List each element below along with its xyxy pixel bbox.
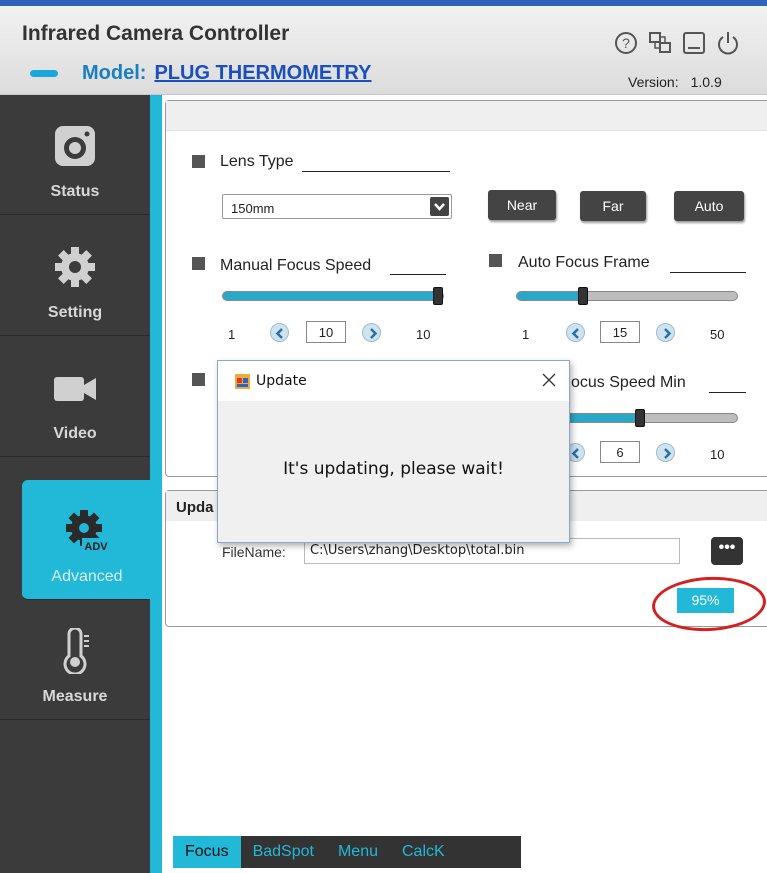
update-panel-title: Upda bbox=[176, 499, 214, 516]
tab-calck[interactable]: CalcK bbox=[390, 836, 457, 868]
chevron-down-icon[interactable] bbox=[430, 197, 449, 216]
manual-focus-slider-fill bbox=[223, 292, 438, 300]
manual-focus-underline bbox=[390, 274, 446, 275]
sidebar-item-label: Setting bbox=[47, 304, 103, 321]
adv-text: ADV bbox=[84, 541, 108, 553]
auto-frame-min: 1 bbox=[522, 327, 530, 342]
version-info: Version: 1.0.9 bbox=[628, 74, 722, 90]
model-indicator bbox=[30, 69, 58, 77]
minimize-icon[interactable] bbox=[680, 28, 708, 58]
row3-checkbox[interactable] bbox=[192, 373, 205, 386]
dialog-message: It's updating, please wait! bbox=[283, 459, 504, 479]
auto-frame-slider-fill bbox=[517, 292, 583, 300]
sidebar-item-label: Video bbox=[53, 425, 97, 442]
svg-text:?: ? bbox=[622, 35, 630, 51]
auto-frame-increment-icon[interactable] bbox=[656, 323, 675, 342]
focus-speed-min-underline bbox=[709, 392, 746, 393]
far-button[interactable]: Far bbox=[580, 191, 646, 221]
version-label: Version: bbox=[628, 74, 679, 90]
window-switch-icon[interactable] bbox=[646, 28, 674, 58]
auto-frame-decrement-icon[interactable] bbox=[566, 323, 585, 342]
browse-button[interactable]: ••• bbox=[711, 537, 743, 565]
focus-speed-min-max: 10 bbox=[710, 447, 725, 462]
auto-frame-slider-thumb[interactable] bbox=[578, 287, 588, 305]
gear-icon bbox=[55, 247, 95, 287]
sidebar-item-label: Measure bbox=[42, 688, 108, 705]
lens-select-value: 150mm bbox=[231, 201, 275, 216]
title-bar-strip bbox=[0, 0, 767, 6]
bottom-tab-bar: Focus BadSpot Menu CalcK bbox=[173, 836, 521, 868]
focus-speed-min-value[interactable]: 6 bbox=[600, 441, 640, 463]
header-icons: ? bbox=[612, 28, 742, 58]
focus-speed-min-slider-thumb[interactable] bbox=[635, 409, 645, 427]
auto-frame-max: 50 bbox=[710, 327, 725, 342]
lens-type-label: Lens Type bbox=[220, 153, 294, 170]
near-button[interactable]: Near bbox=[488, 190, 556, 220]
power-icon[interactable] bbox=[714, 28, 742, 58]
dialog-title-bar: Update bbox=[218, 361, 569, 401]
auto-button[interactable]: Auto bbox=[674, 191, 744, 221]
app-title: Infrared Camera Controller bbox=[22, 22, 290, 45]
gear-adv-icon: ADV bbox=[66, 510, 110, 553]
manual-focus-increment-icon[interactable] bbox=[362, 323, 381, 342]
help-icon[interactable]: ? bbox=[612, 28, 640, 58]
manual-focus-slider[interactable] bbox=[222, 287, 444, 305]
model-row: Model: PLUG THERMOMETRY bbox=[30, 60, 371, 86]
auto-frame-label: Auto Focus Frame bbox=[518, 254, 650, 271]
manual-focus-decrement-icon[interactable] bbox=[270, 323, 289, 342]
manual-focus-max: 10 bbox=[416, 327, 431, 342]
manual-focus-checkbox[interactable] bbox=[192, 257, 205, 270]
app-window-icon bbox=[235, 374, 250, 389]
sidebar-item-status[interactable]: Status bbox=[0, 95, 150, 215]
tab-badspot[interactable]: BadSpot bbox=[241, 836, 326, 868]
focus-speed-min-increment-icon[interactable] bbox=[656, 443, 675, 462]
model-label: Model: bbox=[82, 61, 147, 84]
manual-focus-slider-thumb[interactable] bbox=[433, 287, 443, 305]
tab-menu[interactable]: Menu bbox=[326, 836, 390, 868]
sidebar-accent-bar bbox=[150, 95, 162, 873]
manual-focus-label: Manual Focus Speed bbox=[220, 257, 372, 274]
manual-focus-min: 1 bbox=[228, 327, 236, 342]
video-camera-icon bbox=[54, 377, 96, 401]
filename-label: FileName: bbox=[222, 544, 286, 560]
update-dialog: Update It's updating, please wait! bbox=[217, 360, 570, 543]
auto-frame-slider[interactable] bbox=[516, 287, 738, 305]
camera-icon bbox=[55, 126, 95, 166]
thermometer-icon bbox=[63, 628, 89, 674]
model-link[interactable]: PLUG THERMOMETRY bbox=[154, 62, 371, 85]
sidebar-item-video[interactable]: Video bbox=[0, 337, 150, 457]
manual-focus-value[interactable]: 10 bbox=[306, 321, 346, 343]
tab-focus[interactable]: Focus bbox=[173, 836, 241, 868]
sidebar-item-advanced[interactable]: ADV Advanced bbox=[22, 480, 152, 600]
focus-speed-min-label: ocus Speed Min bbox=[571, 374, 686, 391]
app-header: Infrared Camera Controller Model: PLUG T… bbox=[0, 0, 767, 95]
auto-frame-underline bbox=[670, 272, 746, 273]
dialog-title: Update bbox=[256, 373, 307, 389]
sidebar-item-label: Status bbox=[50, 183, 100, 200]
auto-frame-value[interactable]: 15 bbox=[600, 321, 640, 343]
version-value: 1.0.9 bbox=[690, 74, 722, 90]
sidebar-item-setting[interactable]: Setting bbox=[0, 216, 150, 336]
focus-panel-header bbox=[166, 101, 767, 131]
close-icon[interactable] bbox=[540, 371, 558, 389]
lens-type-checkbox[interactable] bbox=[192, 155, 205, 168]
lens-type-underline bbox=[302, 171, 450, 172]
sidebar-item-measure[interactable]: Measure bbox=[0, 600, 150, 720]
sidebar-item-label: Advanced bbox=[51, 568, 123, 585]
auto-frame-checkbox[interactable] bbox=[489, 254, 502, 267]
sidebar: Status Setting Video ADV Advanced Measur… bbox=[0, 95, 152, 873]
lens-select[interactable]: 150mm bbox=[222, 194, 452, 219]
